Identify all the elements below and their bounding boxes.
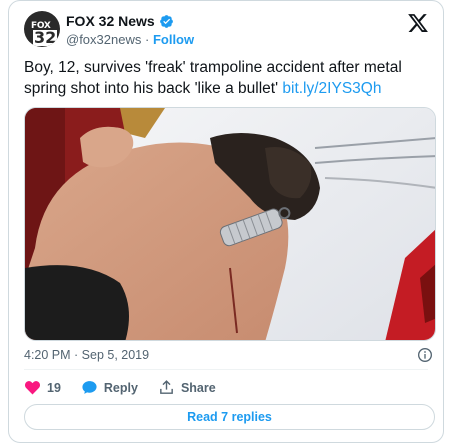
reply-button[interactable]: Reply: [81, 379, 138, 396]
share-icon: [160, 380, 173, 394]
tweet-text: Boy, 12, survives 'freak' trampoline acc…: [24, 57, 434, 99]
tweet-link[interactable]: bit.ly/2IYS3Qh: [282, 80, 381, 97]
fox32-logo: FOX 32: [28, 17, 58, 46]
author-name[interactable]: FOX 32 News: [66, 13, 155, 29]
author-handle[interactable]: @fox32news: [66, 32, 141, 47]
like-button[interactable]: 19: [24, 379, 61, 396]
heart-icon: [24, 381, 41, 395]
avatar[interactable]: FOX 32: [24, 11, 60, 47]
like-count: 19: [47, 380, 61, 395]
x-logo-icon[interactable]: [407, 12, 429, 34]
reply-bubble-icon: [82, 381, 97, 394]
tweet-card: FOX 32 FOX 32 News @fox32news · Follow B…: [8, 0, 444, 443]
divider: [24, 369, 428, 370]
handle-separator: ·: [144, 32, 150, 47]
tweet-photo[interactable]: [24, 107, 436, 341]
share-button[interactable]: Share: [158, 379, 216, 396]
author-handle-row: @fox32news · Follow: [66, 32, 194, 47]
follow-button[interactable]: Follow: [153, 32, 194, 47]
author-name-row: FOX 32 News: [66, 13, 174, 29]
info-icon[interactable]: [417, 347, 433, 363]
reply-label: Reply: [103, 380, 138, 395]
verified-badge-icon: [159, 14, 173, 28]
photo-scene: [25, 108, 435, 340]
avatar-logo-bottom: 32: [33, 28, 58, 47]
share-label: Share: [180, 380, 216, 395]
read-replies-button[interactable]: Read 7 replies: [24, 404, 435, 430]
tweet-timestamp[interactable]: 4:20 PM · Sep 5, 2019: [24, 348, 149, 362]
action-bar: 19 Reply Share: [24, 379, 236, 396]
